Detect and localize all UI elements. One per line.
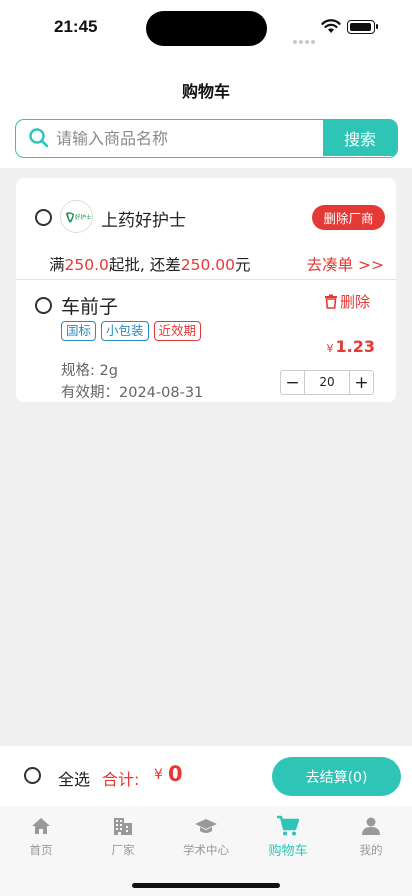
dynamic-island bbox=[146, 11, 267, 46]
tab-label: 购物车 bbox=[268, 844, 308, 859]
delete-product-label: 删除 bbox=[340, 293, 371, 311]
checkout-bar: 全选 合计: ¥ 0 去结算(0) bbox=[0, 746, 412, 806]
price-value: 1.23 bbox=[335, 337, 375, 356]
vendor-select-radio[interactable] bbox=[35, 209, 52, 226]
min-order-prefix: 满 bbox=[49, 256, 65, 274]
vendor-logo-text: 好护士 bbox=[75, 213, 92, 221]
battery-icon bbox=[347, 20, 378, 34]
product-expiry: 有效期：2024-08-31 bbox=[61, 385, 204, 401]
price-currency: ¥ bbox=[326, 342, 334, 355]
delete-product-button[interactable]: 删除 bbox=[324, 291, 370, 312]
checkout-button[interactable]: 去结算(0) bbox=[272, 757, 401, 796]
tab-academic[interactable]: 学术中心 bbox=[165, 815, 247, 858]
user-icon bbox=[362, 817, 380, 835]
tab-label: 首页 bbox=[29, 843, 53, 857]
tab-label: 厂家 bbox=[111, 843, 135, 857]
tag-national-standard: 国标 bbox=[61, 321, 97, 341]
tab-vendors[interactable]: 厂家 bbox=[82, 815, 164, 858]
tab-profile[interactable]: 我的 bbox=[330, 815, 412, 858]
tab-home[interactable]: 首页 bbox=[0, 815, 82, 858]
building-icon bbox=[114, 818, 132, 835]
search-icon bbox=[29, 128, 49, 148]
status-bar: 21:45 bbox=[0, 0, 412, 56]
delete-vendor-button[interactable]: 删除厂商 bbox=[312, 205, 385, 230]
vendor-logo-image: 好护士 bbox=[66, 212, 92, 223]
select-all-radio[interactable] bbox=[24, 767, 41, 784]
go-add-order-link[interactable]: 去凑单 >> bbox=[307, 253, 384, 275]
total-label: 合计: bbox=[102, 770, 140, 789]
decrease-quantity-button[interactable]: − bbox=[281, 371, 304, 394]
tab-label: 我的 bbox=[359, 843, 383, 857]
tab-cart[interactable]: 购物车 bbox=[247, 815, 329, 859]
search-input[interactable] bbox=[56, 120, 324, 156]
total-value: 0 bbox=[168, 762, 183, 786]
product-price: ¥1.23 bbox=[327, 337, 375, 356]
cellular-signal-icon bbox=[293, 29, 317, 44]
cart-icon bbox=[277, 815, 300, 836]
trash-icon bbox=[325, 294, 337, 309]
quantity-input[interactable]: 20 bbox=[304, 371, 350, 394]
page-title: 购物车 bbox=[181, 82, 230, 101]
product-name: 车前子 bbox=[61, 296, 119, 318]
increase-quantity-button[interactable]: + bbox=[350, 371, 373, 394]
wifi-icon bbox=[321, 19, 341, 33]
min-order-remaining: 250.00 bbox=[180, 256, 235, 274]
status-time: 21:45 bbox=[54, 17, 98, 36]
search-button[interactable]: 搜索 bbox=[323, 120, 397, 156]
divider bbox=[16, 279, 396, 280]
vendor-card: 好护士 上药好护士 删除厂商 满250.0起批, 还差250.00元 去凑单 >… bbox=[16, 178, 396, 402]
search-bar: 搜索 bbox=[15, 119, 398, 158]
vendor-logo: 好护士 bbox=[60, 200, 93, 233]
product-select-radio[interactable] bbox=[35, 297, 52, 314]
home-icon bbox=[32, 818, 50, 834]
cart-content: 好护士 上药好护士 删除厂商 满250.0起批, 还差250.00元 去凑单 >… bbox=[0, 168, 412, 746]
product-spec: 规格: 2g bbox=[61, 363, 118, 379]
product-tags: 国标 小包装 近效期 bbox=[61, 321, 202, 341]
select-all-label[interactable]: 全选 bbox=[58, 766, 90, 790]
tag-small-package: 小包装 bbox=[101, 321, 149, 341]
home-indicator bbox=[132, 883, 280, 888]
min-order-suffix: 元 bbox=[235, 256, 251, 274]
quantity-stepper: − 20 + bbox=[280, 370, 374, 395]
total-currency: ¥ bbox=[154, 767, 163, 783]
vendor-name: 上药好护士 bbox=[101, 211, 186, 231]
min-order-amount: 250.0 bbox=[64, 256, 109, 274]
min-order-mid: 起批, 还差 bbox=[108, 256, 181, 274]
min-order-notice: 满250.0起批, 还差250.00元 bbox=[49, 253, 251, 275]
tab-label: 学术中心 bbox=[183, 843, 229, 857]
graduation-cap-icon bbox=[195, 819, 217, 833]
tag-near-expiry: 近效期 bbox=[153, 321, 202, 341]
